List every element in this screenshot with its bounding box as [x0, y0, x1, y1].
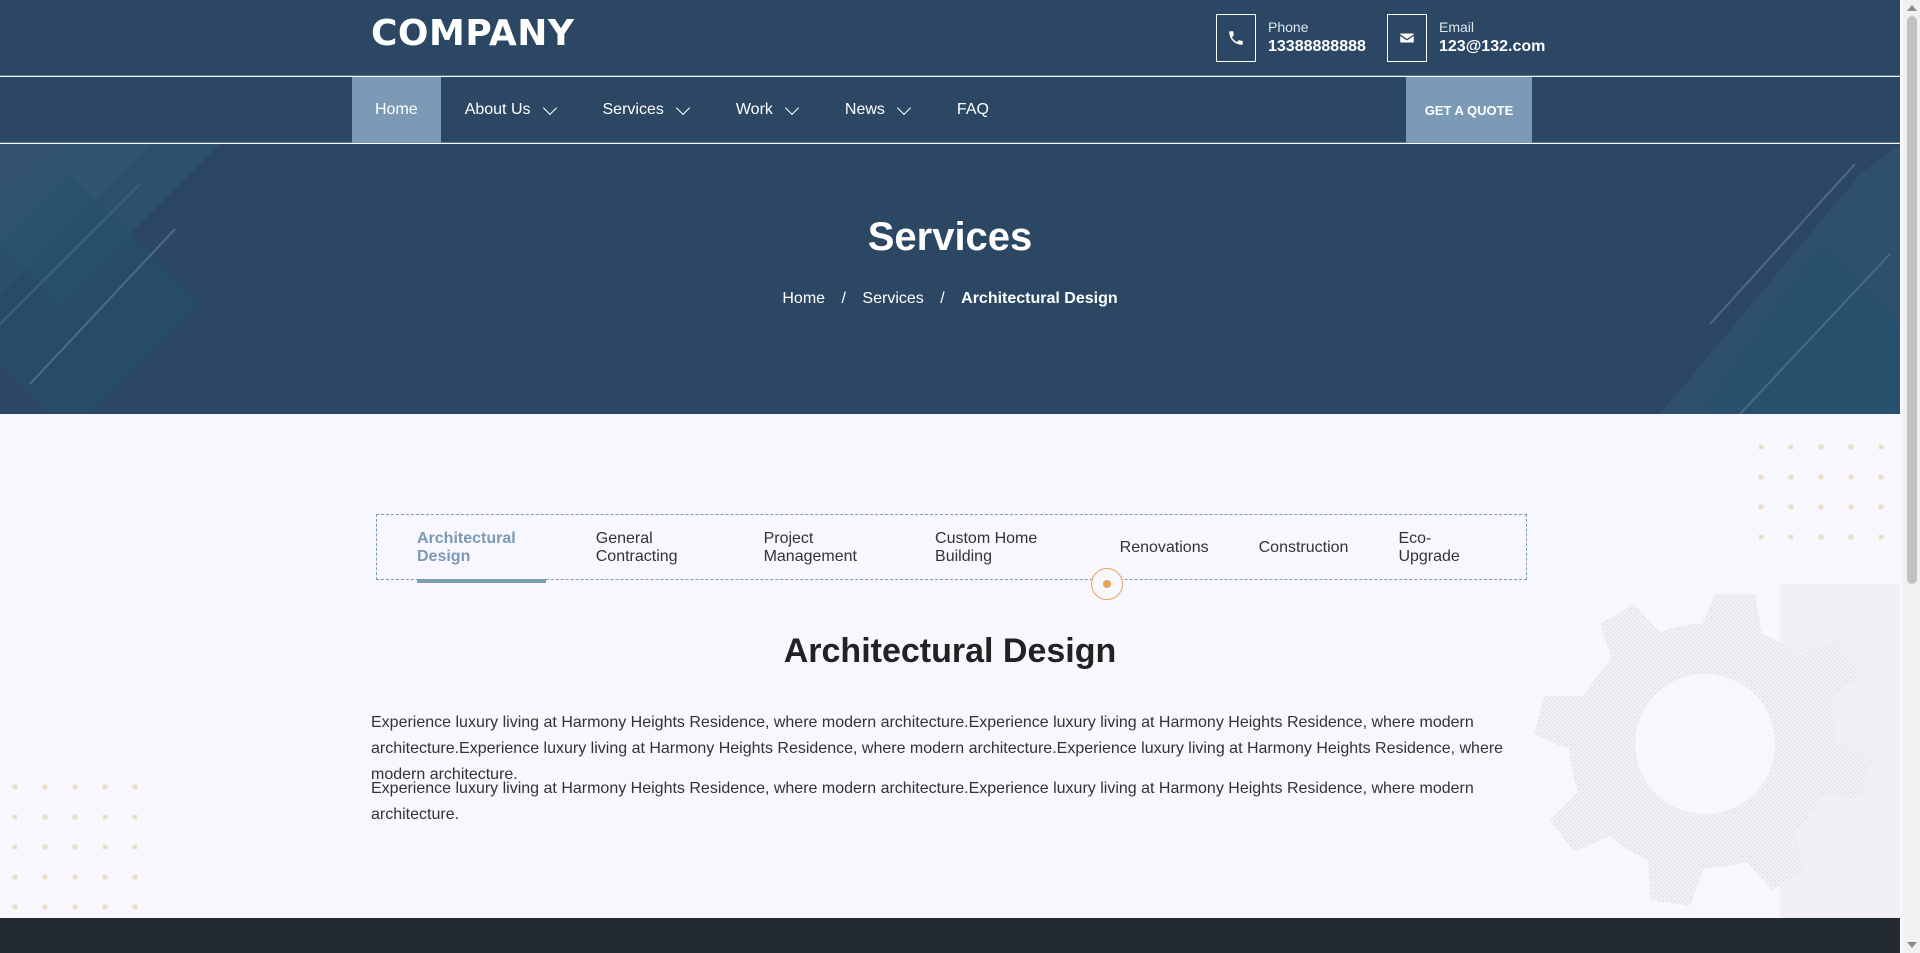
- breadcrumb: Home / Services / Architectural Design: [0, 290, 1900, 308]
- nav-item-label: News: [844, 101, 885, 118]
- tab-custom-home-building[interactable]: Custom Home Building: [935, 515, 1070, 581]
- service-detail-section: Architectural Design General Contracting…: [0, 414, 1900, 918]
- nav-item-label: Work: [735, 101, 773, 118]
- chevron-down-icon: [675, 100, 690, 116]
- phone-contact[interactable]: Phone 13388888888: [1216, 14, 1366, 62]
- nav-item-about-us[interactable]: About Us: [441, 77, 579, 143]
- nav-item-label: Services: [602, 101, 664, 118]
- nav-item-faq[interactable]: FAQ: [933, 77, 1013, 143]
- scroll-down-icon[interactable]: [1907, 942, 1917, 948]
- email-label: Email: [1439, 19, 1475, 35]
- phone-number[interactable]: 13388888888: [1268, 36, 1366, 58]
- email-address[interactable]: 123@132.com: [1439, 36, 1545, 58]
- nav-item-label: About Us: [464, 101, 531, 118]
- nav-item-work[interactable]: Work: [712, 77, 821, 143]
- get-a-quote-button[interactable]: GET A QUOTE: [1406, 77, 1532, 143]
- chevron-down-icon: [542, 100, 557, 116]
- page-banner: Services Home / Services / Architectural…: [0, 144, 1900, 414]
- chevron-down-icon: [896, 100, 911, 116]
- breadcrumb-separator: /: [841, 290, 846, 307]
- page-scrollbar[interactable]: [1903, 0, 1920, 953]
- tab-eco-upgrade[interactable]: Eco-Upgrade: [1398, 515, 1476, 581]
- chevron-down-icon: [784, 100, 799, 116]
- scroll-up-icon[interactable]: [1907, 5, 1917, 11]
- tab-marker-icon: [1091, 568, 1123, 600]
- footer: [0, 918, 1900, 953]
- main-navigation: Home About Us Services Work News FAQ GET…: [0, 77, 1900, 143]
- tab-project-management[interactable]: Project Management: [764, 515, 885, 581]
- dots-decoration: [1746, 432, 1900, 540]
- nav-item-news[interactable]: News: [821, 77, 933, 143]
- scrollbar-thumb[interactable]: [1907, 16, 1917, 584]
- company-logo[interactable]: COMPANY: [371, 13, 575, 54]
- section-title: Architectural Design: [783, 632, 1117, 670]
- page-title: Services: [867, 215, 1033, 259]
- breadcrumb-separator: /: [940, 290, 945, 307]
- phone-label: Phone: [1268, 19, 1309, 35]
- description-paragraph: Experience luxury living at Harmony Heig…: [371, 780, 1474, 823]
- tab-renovations[interactable]: Renovations: [1120, 515, 1209, 581]
- email-contact[interactable]: Email 123@132.com: [1387, 14, 1545, 62]
- envelope-icon: [1387, 14, 1427, 62]
- tab-general-contracting[interactable]: General Contracting: [596, 515, 714, 581]
- banner-decoration: [0, 144, 1900, 414]
- breadcrumb-current: Architectural Design: [961, 290, 1118, 307]
- nav-item-home[interactable]: Home: [352, 77, 441, 143]
- service-tabs: Architectural Design General Contracting…: [376, 514, 1527, 583]
- tab-architectural-design[interactable]: Architectural Design: [417, 515, 546, 583]
- dots-decoration: [0, 772, 160, 912]
- phone-icon: [1216, 14, 1256, 62]
- nav-item-label: FAQ: [956, 101, 989, 118]
- top-header: COMPANY Phone 13388888888 Email 123@132.…: [0, 0, 1900, 76]
- breadcrumb-services-link[interactable]: Services: [862, 290, 923, 307]
- breadcrumb-home-link[interactable]: Home: [782, 290, 825, 307]
- tab-construction[interactable]: Construction: [1259, 515, 1349, 581]
- nav-item-services[interactable]: Services: [579, 77, 712, 143]
- nav-item-label: Home: [375, 101, 418, 118]
